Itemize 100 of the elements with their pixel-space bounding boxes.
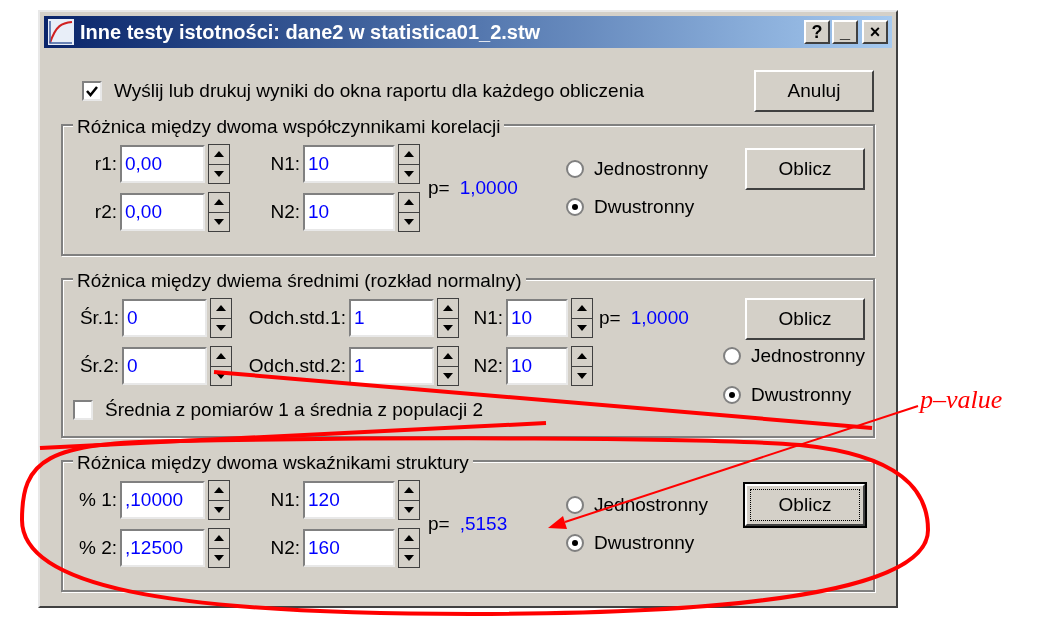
input-field[interactable]: 10 — [506, 347, 568, 385]
up-arrow-icon — [404, 535, 414, 542]
field-label: Śr.2: — [78, 353, 119, 378]
radio-button[interactable] — [566, 534, 584, 553]
field-label: N2: — [269, 535, 300, 560]
input-field[interactable]: 0,00 — [120, 193, 205, 231]
p-label: p= — [599, 305, 621, 330]
field-label: Odch.std.1: — [247, 305, 346, 330]
radio-button[interactable] — [566, 198, 584, 217]
up-arrow-icon — [404, 487, 414, 494]
radio-button[interactable] — [566, 495, 584, 514]
radio-label: Jednostronny — [750, 344, 865, 368]
spin-buttons[interactable] — [208, 144, 230, 184]
input-field[interactable]: 0 — [122, 299, 207, 337]
down-arrow-icon — [214, 218, 224, 225]
input-field[interactable]: 120 — [303, 481, 395, 519]
field-label: Śr.1: — [78, 305, 119, 330]
window-title: Inne testy istotności: dane2 w statistica01_2.stw — [80, 20, 541, 45]
down-arrow-icon — [443, 372, 453, 379]
up-arrow-icon — [443, 353, 453, 360]
input-field[interactable]: 160 — [303, 529, 395, 567]
down-arrow-icon — [404, 554, 414, 561]
input-field[interactable]: 0 — [122, 347, 207, 385]
input-field[interactable]: 1 — [349, 347, 434, 385]
down-arrow-icon — [216, 324, 226, 331]
up-arrow-icon — [404, 199, 414, 206]
down-arrow-icon — [577, 372, 587, 379]
field-label: % 1: — [77, 487, 117, 512]
radio-label: Dwustronny — [594, 531, 695, 555]
field-label: N2: — [269, 199, 300, 224]
compute-button[interactable]: Oblicz — [745, 148, 865, 190]
up-arrow-icon — [577, 353, 587, 360]
p-value: ,5153 — [459, 511, 508, 536]
input-field[interactable]: 10 — [303, 145, 395, 183]
radio-label: Dwustronny — [750, 382, 852, 407]
title-bar-button[interactable]: _ — [832, 20, 858, 44]
input-field[interactable]: 10 — [506, 299, 568, 337]
down-arrow-icon — [214, 506, 224, 513]
spin-buttons[interactable] — [210, 346, 232, 386]
spin-buttons[interactable] — [398, 144, 420, 184]
radio-label: Jednostronny — [594, 156, 709, 181]
spin-buttons[interactable] — [398, 480, 420, 520]
p-label: p= — [428, 175, 450, 200]
up-arrow-icon — [214, 151, 224, 158]
p-value: 1,0000 — [630, 305, 689, 330]
down-arrow-icon — [216, 372, 226, 379]
up-arrow-icon — [216, 305, 226, 312]
down-arrow-icon — [443, 324, 453, 331]
field-label: N1: — [269, 151, 300, 176]
radio-label: Dwustronny — [594, 195, 695, 219]
compute-button[interactable]: Oblicz — [745, 484, 865, 526]
chart-icon — [48, 19, 74, 45]
checkbox[interactable] — [82, 81, 102, 101]
spin-buttons[interactable] — [437, 298, 459, 338]
spin-buttons[interactable] — [398, 528, 420, 568]
down-arrow-icon — [404, 218, 414, 225]
checkbox-label: Wyślij lub drukuj wyniki do okna raportu dla każdego obliczenia — [114, 78, 644, 103]
field-label: N2: — [472, 353, 503, 378]
field-label: N1: — [472, 305, 503, 330]
field-label: N1: — [269, 487, 300, 512]
spin-buttons[interactable] — [437, 346, 459, 386]
down-arrow-icon — [214, 554, 224, 561]
checkbox[interactable] — [73, 400, 93, 421]
field-label: % 2: — [77, 535, 117, 560]
radio-button[interactable] — [722, 347, 741, 366]
up-arrow-icon — [214, 487, 224, 494]
spin-buttons[interactable] — [210, 298, 232, 338]
up-arrow-icon — [443, 305, 453, 312]
spin-buttons[interactable] — [571, 298, 593, 338]
input-field[interactable]: ,10000 — [120, 481, 205, 519]
checkmark-icon — [86, 85, 98, 97]
cancel-button[interactable]: Anuluj — [754, 70, 874, 112]
up-arrow-icon — [214, 535, 224, 542]
title-bar-button[interactable]: × — [862, 20, 888, 44]
spin-buttons[interactable] — [398, 192, 420, 232]
spin-buttons[interactable] — [208, 528, 230, 568]
down-arrow-icon — [214, 170, 224, 177]
title-bar-button[interactable]: ? — [804, 20, 830, 44]
checkbox-label: Średnia z pomiarów 1 a średnia z populacji 2 — [105, 398, 484, 422]
input-field[interactable]: 1 — [349, 299, 434, 337]
p-label: p= — [428, 511, 450, 536]
field-label: Odch.std.2: — [247, 353, 346, 378]
up-arrow-icon — [216, 353, 226, 360]
input-field[interactable]: ,12500 — [120, 529, 205, 567]
down-arrow-icon — [404, 170, 414, 177]
spin-buttons[interactable] — [571, 346, 593, 386]
up-arrow-icon — [577, 305, 587, 312]
field-label: r1: — [93, 151, 117, 176]
down-arrow-icon — [404, 506, 414, 513]
up-arrow-icon — [404, 151, 414, 158]
spin-buttons[interactable] — [208, 192, 230, 232]
field-label: r2: — [93, 199, 117, 224]
input-field[interactable]: 0,00 — [120, 145, 205, 183]
p-value: 1,0000 — [459, 175, 518, 200]
down-arrow-icon — [577, 324, 587, 331]
compute-button[interactable]: Oblicz — [745, 298, 865, 340]
radio-button[interactable] — [566, 159, 584, 178]
spin-buttons[interactable] — [208, 480, 230, 520]
input-field[interactable]: 10 — [303, 193, 395, 231]
radio-button[interactable] — [722, 385, 741, 404]
